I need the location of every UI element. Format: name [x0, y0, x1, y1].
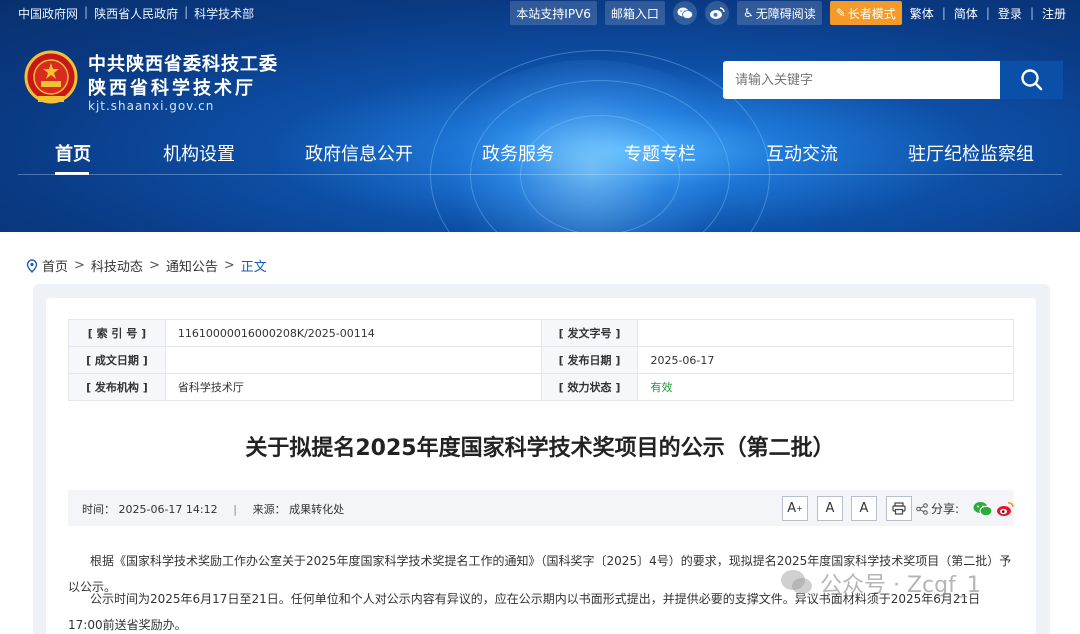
main-nav: 首页 机构设置 政府信息公开 政务服务 专题专栏 互动交流 驻厅纪检监察组 [0, 134, 1080, 175]
accessible-reading-button[interactable]: ♿ 无障碍阅读 [736, 1, 822, 25]
nav-gov-services[interactable]: 政务服务 [482, 140, 554, 166]
doc-no-label: [ 发文字号 ] [540, 319, 639, 347]
elder-icon: ✎ [835, 6, 846, 20]
search-icon [1020, 69, 1042, 91]
document-meta-table: [ 索 引 号 ] 11610000016000208K/2025-00114 … [68, 319, 1014, 401]
font-medium-button[interactable]: A [817, 496, 843, 521]
accessibility-icon: ♿ [742, 6, 754, 20]
search-input[interactable] [723, 61, 1000, 99]
doc-no-value [637, 319, 1014, 347]
ipv6-badge: 本站支持IPV6 [510, 1, 597, 25]
nav-divider [18, 174, 1062, 175]
wechat-watermark-icon [781, 570, 812, 594]
top-tools: 本站支持IPV6 邮箱入口 ♿ 无障碍阅读 ✎ 长者模式 繁体 | 简体 | 登… [510, 0, 1066, 26]
wechat-watermark: 公众号 · Zcgf_1 [780, 567, 981, 599]
register-link[interactable]: 注册 [1042, 5, 1066, 22]
location-pin-icon [26, 258, 38, 273]
breadcrumb-separator: > [223, 258, 235, 273]
created-date-value [164, 346, 542, 374]
share-icon [916, 502, 928, 515]
nav-info-disclosure[interactable]: 政府信息公开 [305, 140, 413, 166]
weibo-share-icon[interactable] [996, 501, 1014, 517]
article-info-bar: 时间： 2025-06-17 14:12 | 来源： 成果转化处 A + A A … [68, 490, 1014, 526]
breadcrumb-tech-news[interactable]: 科技动态 [91, 256, 143, 275]
font-large-button[interactable]: A + [782, 496, 808, 521]
search-box [723, 61, 1063, 99]
separator: | [1029, 6, 1034, 20]
created-date-label: [ 成文日期 ] [68, 346, 166, 374]
separator: | [233, 503, 237, 516]
share-label: 分享: [931, 502, 960, 516]
national-emblem-logo[interactable] [24, 50, 78, 108]
separator: | [941, 6, 946, 20]
watermark-text: 公众号 · Zcgf_1 [820, 573, 981, 598]
header-banner: 中国政府网 | 陕西省人民政府 | 科学技术部 本站支持IPV6 邮箱入口 ♿ … [0, 0, 1080, 232]
separator: | [184, 5, 189, 19]
article-info: 时间： 2025-06-17 14:12 | 来源： 成果转化处 [82, 501, 344, 517]
font-small-label: A [859, 501, 869, 516]
nav-interaction[interactable]: 互动交流 [766, 140, 838, 166]
traditional-chinese-link[interactable]: 繁体 [910, 5, 934, 22]
elder-mode-button[interactable]: ✎ 长者模式 [829, 1, 902, 25]
link-gov[interactable]: 中国政府网 [18, 5, 78, 22]
publish-time: 2025-06-17 14:12 [118, 503, 218, 516]
nav-special-topics[interactable]: 专题专栏 [624, 140, 696, 166]
elder-label: 长者模式 [847, 6, 896, 21]
accessible-label: 无障碍阅读 [755, 6, 816, 21]
index-no-value: 11610000016000208K/2025-00114 [164, 319, 542, 347]
breadcrumb-notices[interactable]: 通知公告 [166, 256, 218, 275]
print-icon [892, 502, 906, 515]
site-url: kjt.shaanxi.gov.cn [88, 99, 215, 113]
separator: | [985, 6, 990, 20]
link-shaanxi-gov[interactable]: 陕西省人民政府 [94, 5, 178, 22]
search-button[interactable] [1000, 61, 1063, 99]
wechat-icon[interactable] [672, 1, 697, 25]
breadcrumb-separator: > [148, 258, 160, 273]
published-date-value: 2025-06-17 [637, 346, 1014, 374]
share-area: 分享: [916, 500, 1014, 517]
nav-organization[interactable]: 机构设置 [163, 140, 235, 166]
separator: | [84, 5, 89, 19]
status-value: 有效 [637, 373, 1014, 401]
issuer-label: [ 发布机构 ] [68, 373, 166, 401]
font-large-label: A [787, 501, 797, 516]
table-row: [ 成文日期 ] [ 发布日期 ] 2025-06-17 [68, 346, 1014, 374]
time-label: 时间： [82, 503, 115, 516]
font-small-button[interactable]: A [851, 496, 877, 521]
wechat-share-icon[interactable] [973, 501, 993, 517]
link-most[interactable]: 科学技术部 [194, 5, 254, 22]
font-medium-label: A [825, 501, 835, 516]
nav-home[interactable]: 首页 [55, 140, 91, 166]
top-bar: 中国政府网 | 陕西省人民政府 | 科学技术部 本站支持IPV6 邮箱入口 ♿ … [0, 0, 1080, 26]
simplified-chinese-link[interactable]: 简体 [954, 5, 978, 22]
status-label: [ 效力状态 ] [540, 373, 639, 401]
issuer-value: 省科学技术厅 [164, 373, 542, 401]
source-label: 来源： [252, 503, 286, 516]
site-name-line1: 中共陕西省委科技工委 [88, 54, 278, 75]
published-date-label: [ 发布日期 ] [540, 346, 639, 374]
nav-discipline-inspection[interactable]: 驻厅纪检监察组 [908, 140, 1034, 166]
print-button[interactable] [886, 496, 912, 521]
source-value: 成果转化处 [289, 503, 345, 516]
index-no-label: [ 索 引 号 ] [68, 319, 166, 347]
login-link[interactable]: 登录 [998, 5, 1022, 22]
breadcrumb: 首页 > 科技动态 > 通知公告 > 正文 [26, 256, 267, 275]
top-links: 中国政府网 | 陕西省人民政府 | 科学技术部 [18, 5, 254, 22]
site-name-line2: 陕西省科学技术厅 [88, 78, 256, 99]
breadcrumb-home[interactable]: 首页 [42, 256, 68, 275]
breadcrumb-separator: > [74, 258, 85, 273]
mail-button[interactable]: 邮箱入口 [604, 1, 665, 25]
table-row: [ 索 引 号 ] 11610000016000208K/2025-00114 … [68, 319, 1014, 347]
table-row: [ 发布机构 ] 省科学技术厅 [ 效力状态 ] 有效 [68, 373, 1014, 401]
weibo-icon[interactable] [704, 1, 729, 25]
article-title: 关于拟提名2025年度国家科学技术奖项目的公示（第二批） [245, 436, 835, 461]
breadcrumb-current: 正文 [240, 260, 267, 275]
